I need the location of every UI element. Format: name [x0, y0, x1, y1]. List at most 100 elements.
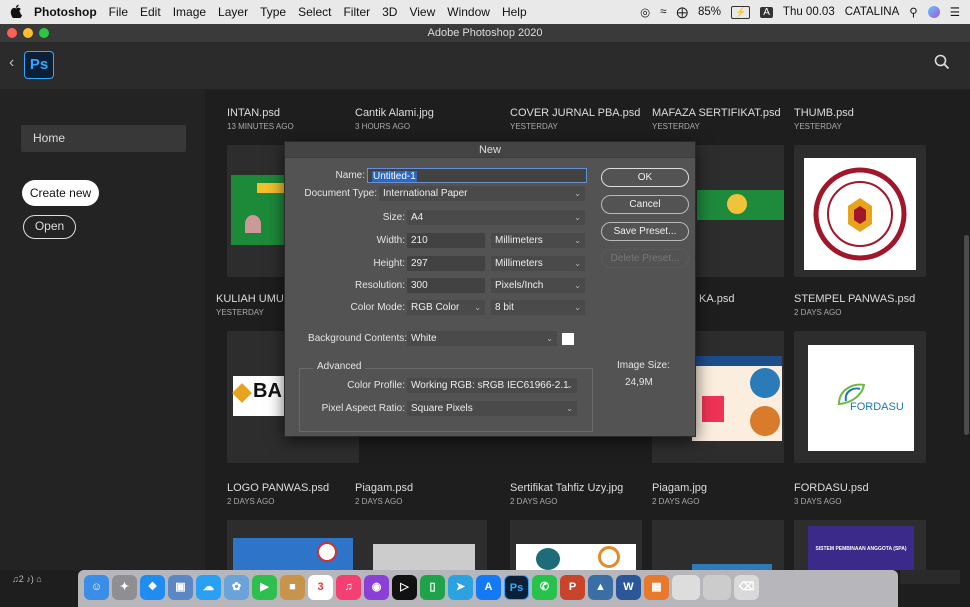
sidebar-item-home[interactable]: Home: [21, 125, 186, 152]
input-source-icon[interactable]: A: [760, 6, 773, 18]
apple-tv-icon[interactable]: ▷: [392, 575, 417, 600]
file-item[interactable]: Cantik Alami.jpg 3 HOURS AGO: [355, 107, 434, 131]
search-icon[interactable]: [934, 54, 956, 76]
whatsapp-icon[interactable]: ✆: [532, 575, 557, 600]
user-name[interactable]: CATALINA: [845, 6, 900, 18]
photoshop-logo[interactable]: Ps: [24, 51, 54, 79]
menu-window[interactable]: Window: [447, 5, 490, 19]
telegram-icon[interactable]: ➤: [448, 575, 473, 600]
background-color-swatch[interactable]: [562, 333, 574, 345]
create-new-button[interactable]: Create new: [22, 180, 99, 206]
music-icon[interactable]: ♫: [336, 575, 361, 600]
minimize-window-button[interactable]: [23, 28, 33, 38]
downloads-stack-icon[interactable]: [672, 575, 700, 600]
height-field[interactable]: 297: [407, 256, 485, 271]
resolution-field[interactable]: 300: [407, 278, 485, 293]
photos-icon[interactable]: ✿: [224, 575, 249, 600]
image-capture-icon[interactable]: ▲: [588, 575, 613, 600]
bluetooth-icon[interactable]: ⨁: [677, 5, 689, 19]
file-item[interactable]: INTAN.psd 13 MINUTES AGO: [227, 107, 294, 131]
airdrop-icon[interactable]: ◎: [640, 5, 650, 19]
battery-percent[interactable]: 85%: [698, 6, 721, 18]
file-item[interactable]: COVER JURNAL PBA.psd YESTERDAY: [510, 107, 640, 131]
back-chevron-icon[interactable]: ‹: [9, 54, 14, 72]
width-unit-select[interactable]: Millimeters ⌄: [491, 233, 585, 248]
contacts-icon[interactable]: ■: [280, 575, 305, 600]
battery-icon[interactable]: ⚡: [731, 5, 751, 19]
file-item[interactable]: Piagam.jpg 2 DAYS AGO: [652, 482, 707, 506]
file-thumbnail[interactable]: [652, 520, 784, 570]
ok-button[interactable]: OK: [601, 168, 689, 187]
menu-type[interactable]: Type: [260, 5, 286, 19]
spotlight-icon[interactable]: ⚲: [909, 5, 917, 19]
cancel-button[interactable]: Cancel: [601, 195, 689, 214]
menu-filter[interactable]: Filter: [343, 5, 370, 19]
color-profile-select[interactable]: Working RGB: sRGB IEC61966-2.1 ⌄: [407, 378, 577, 393]
file-item[interactable]: Sertifikat Tahfiz Uzy.jpg 2 DAYS AGO: [510, 482, 623, 506]
menu-file[interactable]: File: [109, 5, 128, 19]
file-thumbnail[interactable]: [510, 520, 642, 570]
file-thumbnail[interactable]: [794, 145, 926, 277]
background-contents-select[interactable]: White ⌄: [407, 331, 557, 346]
photoshop-dock-icon[interactable]: Ps: [504, 575, 529, 600]
file-item[interactable]: KA.psd: [699, 293, 734, 305]
background-contents-value: White: [411, 333, 437, 344]
powerpoint-icon[interactable]: P: [560, 575, 585, 600]
control-center-icon[interactable]: ☰: [950, 5, 960, 19]
file-thumbnail[interactable]: [355, 520, 487, 570]
menu-help[interactable]: Help: [502, 5, 527, 19]
menu-edit[interactable]: Edit: [140, 5, 161, 19]
file-item[interactable]: FORDASU.psd 3 DAYS AGO: [794, 482, 869, 506]
word-icon[interactable]: W: [616, 575, 641, 600]
podcasts-icon[interactable]: ◉: [364, 575, 389, 600]
file-thumbnail[interactable]: FORDASU: [794, 331, 926, 463]
close-window-button[interactable]: [7, 28, 17, 38]
file-item[interactable]: LOGO PANWAS.psd 2 DAYS AGO: [227, 482, 329, 506]
background-contents-label: Background Contents:: [308, 333, 407, 344]
app-store-icon[interactable]: A: [476, 575, 501, 600]
open-button[interactable]: Open: [23, 215, 76, 239]
file-item[interactable]: MAFAZA SERTIFIKAT.psd YESTERDAY: [652, 107, 781, 131]
safari-icon[interactable]: ❖: [140, 575, 165, 600]
file-item[interactable]: KULIAH UMUM YESTERDAY: [216, 293, 293, 317]
menu-app-name[interactable]: Photoshop: [34, 5, 97, 19]
siri-icon[interactable]: [927, 6, 940, 18]
bit-depth-select[interactable]: 8 bit ⌄: [491, 300, 585, 315]
name-field[interactable]: Untitled-1: [367, 168, 587, 183]
width-field[interactable]: 210: [407, 233, 485, 248]
finder-icon[interactable]: ☺: [84, 575, 109, 600]
pixel-aspect-ratio-select[interactable]: Square Pixels ⌄: [407, 401, 577, 416]
height-unit-select[interactable]: Millimeters ⌄: [491, 256, 585, 271]
color-mode-select[interactable]: RGB Color ⌄: [407, 300, 485, 315]
numbers-icon[interactable]: ▯: [420, 575, 445, 600]
document-type-select[interactable]: International Paper ⌄: [379, 186, 585, 201]
menu-view[interactable]: View: [409, 5, 435, 19]
calendar-icon[interactable]: 3: [308, 575, 333, 600]
preview-icon[interactable]: ▣: [168, 575, 193, 600]
recent-files-stack-icon[interactable]: [703, 575, 731, 600]
trash-icon[interactable]: ⌫: [734, 575, 759, 600]
file-item[interactable]: Piagam.psd 2 DAYS AGO: [355, 482, 413, 506]
launchpad-icon[interactable]: ✦: [112, 575, 137, 600]
file-thumbnail[interactable]: SISTEM PEMBINAAN ANGGOTA (SPA): [794, 520, 926, 570]
cloud-icon[interactable]: ☁: [196, 575, 221, 600]
facetime-icon[interactable]: ▶: [252, 575, 277, 600]
grid-scrollbar[interactable]: [964, 235, 969, 435]
file-item[interactable]: THUMB.psd YESTERDAY: [794, 107, 854, 131]
save-preset-button[interactable]: Save Preset...: [601, 222, 689, 241]
resolution-unit-select[interactable]: Pixels/Inch ⌄: [491, 278, 585, 293]
file-item[interactable]: STEMPEL PANWAS.psd 2 DAYS AGO: [794, 293, 915, 317]
menu-layer[interactable]: Layer: [218, 5, 248, 19]
menu-3d[interactable]: 3D: [382, 5, 397, 19]
clock[interactable]: Thu 00.03: [783, 6, 835, 18]
advanced-label[interactable]: Advanced: [313, 361, 366, 372]
zoom-window-button[interactable]: [39, 28, 49, 38]
office-icon[interactable]: ▦: [644, 575, 669, 600]
menu-image[interactable]: Image: [173, 5, 206, 19]
apple-menu-icon[interactable]: [10, 4, 26, 21]
size-label: Size:: [382, 212, 405, 223]
wifi-icon[interactable]: ≈: [660, 6, 666, 18]
menu-select[interactable]: Select: [298, 5, 331, 19]
size-select[interactable]: A4 ⌄: [407, 210, 585, 225]
file-thumbnail[interactable]: [227, 520, 359, 570]
